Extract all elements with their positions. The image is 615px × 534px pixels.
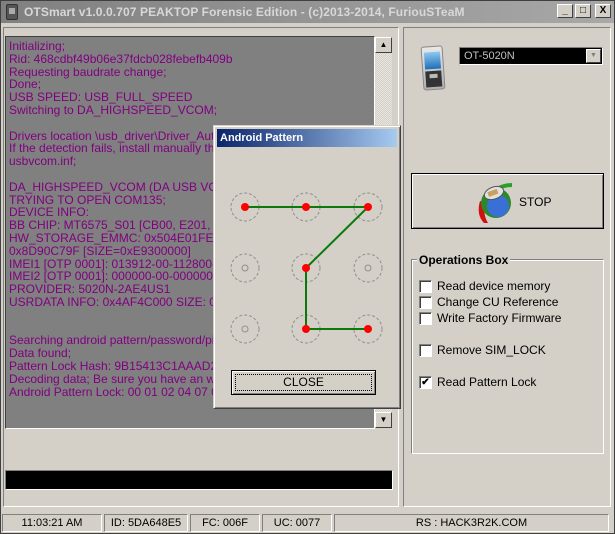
pattern-node-center xyxy=(364,264,372,272)
pattern-segment xyxy=(305,206,369,269)
close-dialog-button[interactable]: CLOSE xyxy=(231,370,376,395)
pattern-node-ring xyxy=(353,253,383,283)
pattern-node-ring xyxy=(230,314,260,344)
pattern-dot xyxy=(364,325,372,333)
pattern-node-ring xyxy=(230,253,260,283)
pattern-grid xyxy=(230,192,383,344)
pattern-dot xyxy=(302,203,310,211)
pattern-dot xyxy=(241,203,249,211)
pattern-dot xyxy=(364,203,372,211)
pattern-node-center xyxy=(241,264,249,272)
pattern-node-center xyxy=(241,325,249,333)
pattern-dot xyxy=(302,325,310,333)
pattern-dot xyxy=(302,264,310,272)
